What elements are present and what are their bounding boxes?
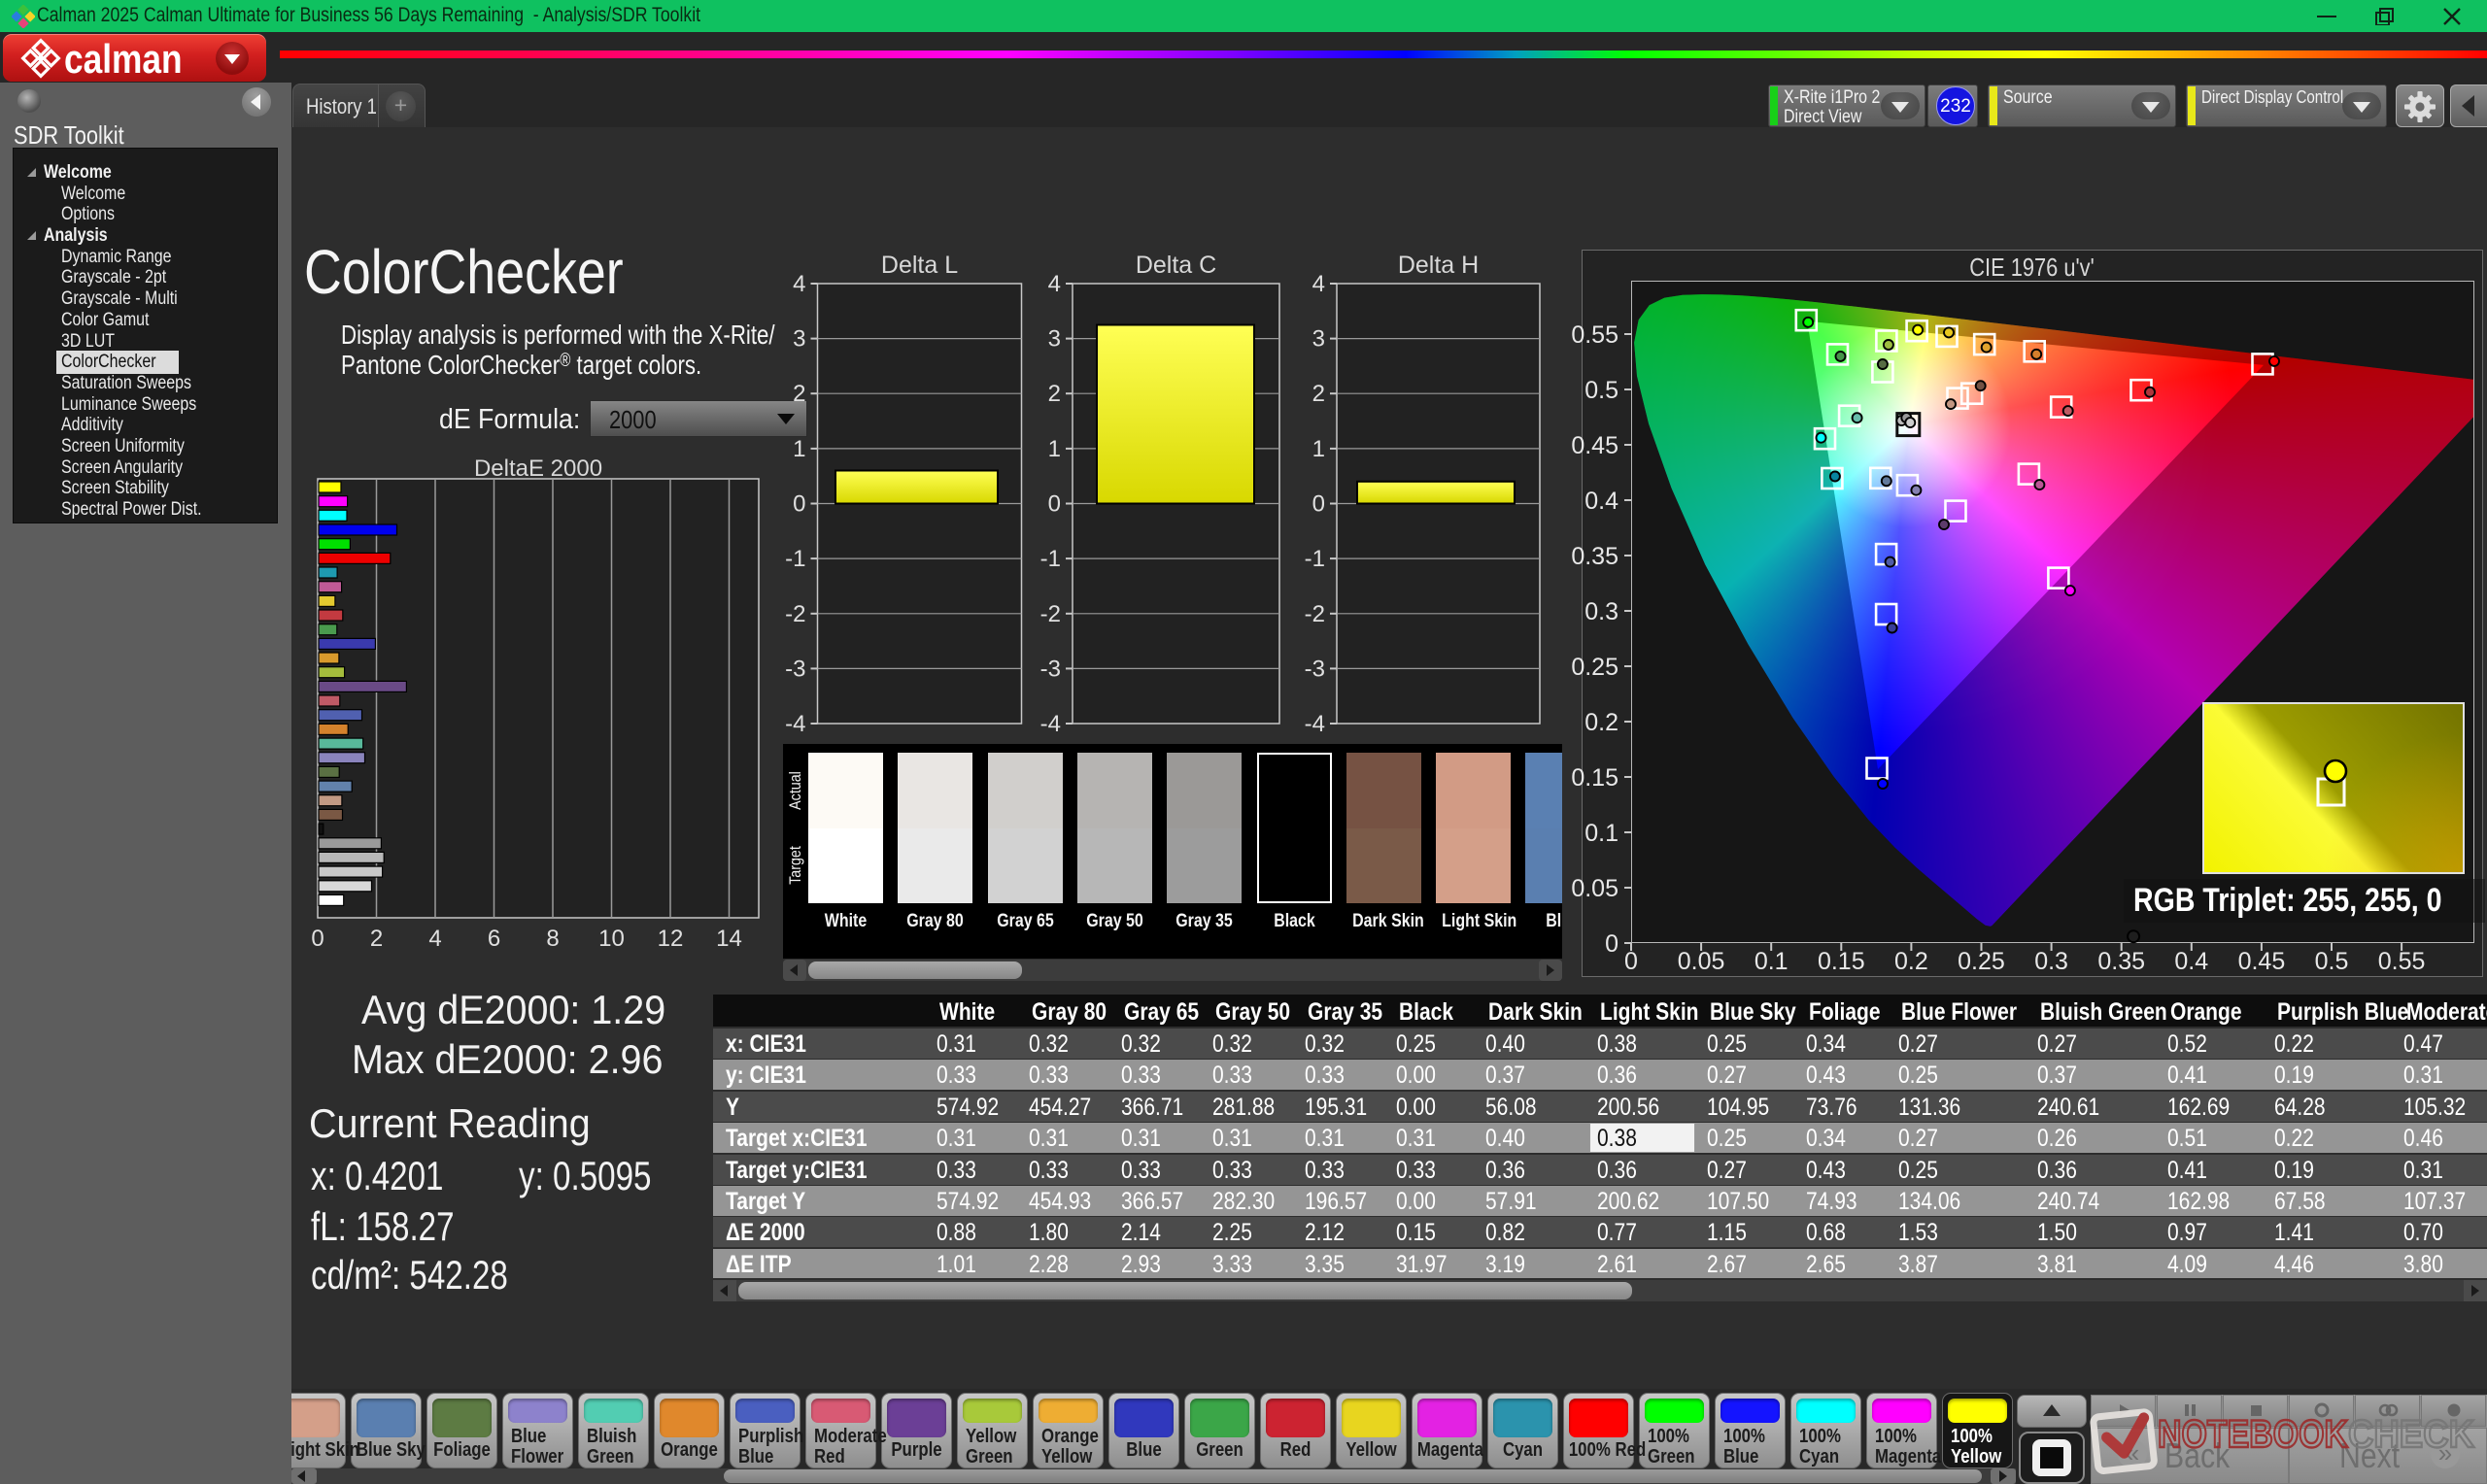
svg-text:2: 2 [793, 381, 805, 407]
svg-text:0.45: 0.45 [2238, 948, 2286, 975]
svg-text:0: 0 [793, 491, 805, 518]
svg-text:1: 1 [793, 436, 805, 462]
svg-text:0.5: 0.5 [2315, 948, 2349, 975]
svg-text:-4: -4 [1305, 711, 1325, 737]
svg-text:0.2: 0.2 [1584, 709, 1618, 736]
svg-text:10: 10 [598, 926, 625, 952]
svg-text:12: 12 [658, 926, 684, 952]
svg-text:-3: -3 [1040, 656, 1061, 682]
svg-text:-3: -3 [1305, 656, 1325, 682]
svg-text:0.2: 0.2 [1894, 948, 1928, 975]
svg-text:4: 4 [428, 926, 441, 952]
svg-text:-1: -1 [1305, 546, 1325, 572]
svg-text:3: 3 [793, 326, 805, 353]
svg-text:8: 8 [546, 926, 559, 952]
svg-text:0.05: 0.05 [1678, 948, 1725, 975]
svg-text:0.4: 0.4 [2174, 948, 2208, 975]
svg-text:-2: -2 [1040, 601, 1061, 627]
svg-text:NOTEBOOK: NOTEBOOK [2158, 1413, 2348, 1456]
svg-text:DeltaE 2000: DeltaE 2000 [474, 455, 602, 482]
svg-text:4: 4 [1048, 271, 1061, 297]
svg-text:-1: -1 [785, 546, 805, 572]
svg-text:0: 0 [1624, 948, 1638, 975]
svg-text:Delta H: Delta H [1398, 252, 1479, 279]
svg-text:0.35: 0.35 [2097, 948, 2145, 975]
svg-text:0.1: 0.1 [1755, 948, 1789, 975]
svg-text:-2: -2 [1305, 601, 1325, 627]
svg-text:0.3: 0.3 [1584, 598, 1618, 625]
svg-text:2: 2 [1048, 381, 1061, 407]
svg-text:0.1: 0.1 [1584, 820, 1618, 847]
svg-text:1: 1 [1048, 436, 1061, 462]
svg-text:3: 3 [1312, 326, 1325, 353]
svg-text:0: 0 [1312, 491, 1325, 518]
svg-text:6: 6 [488, 926, 500, 952]
svg-text:0.25: 0.25 [1958, 948, 2005, 975]
svg-text:0: 0 [1605, 930, 1618, 958]
svg-text:-1: -1 [1040, 546, 1061, 572]
svg-text:0.5: 0.5 [1584, 377, 1618, 404]
svg-text:-4: -4 [1040, 711, 1061, 737]
svg-text:-4: -4 [785, 711, 805, 737]
svg-text:4: 4 [793, 271, 805, 297]
svg-text:2: 2 [370, 926, 383, 952]
svg-text:-2: -2 [785, 601, 805, 627]
svg-text:4: 4 [1312, 271, 1325, 297]
svg-text:0: 0 [1048, 491, 1061, 518]
svg-text:0.05: 0.05 [1571, 875, 1618, 902]
svg-text:0.45: 0.45 [1571, 432, 1618, 459]
svg-text:1: 1 [1312, 436, 1325, 462]
svg-text:0.25: 0.25 [1571, 654, 1618, 681]
svg-text:CHECK: CHECK [2348, 1413, 2474, 1456]
svg-text:3: 3 [1048, 326, 1061, 353]
svg-text:Delta C: Delta C [1136, 252, 1216, 279]
svg-text:0.4: 0.4 [1584, 488, 1618, 515]
svg-text:0.15: 0.15 [1571, 764, 1618, 792]
svg-text:0: 0 [311, 926, 324, 952]
svg-text:0.55: 0.55 [2378, 948, 2426, 975]
svg-text:0.55: 0.55 [1571, 321, 1618, 349]
svg-text:0.3: 0.3 [2034, 948, 2068, 975]
svg-text:Delta L: Delta L [881, 252, 958, 279]
svg-text:14: 14 [716, 926, 742, 952]
svg-text:-3: -3 [785, 656, 805, 682]
svg-text:0.15: 0.15 [1818, 948, 1865, 975]
svg-text:0.35: 0.35 [1571, 543, 1618, 570]
svg-text:2: 2 [1312, 381, 1325, 407]
